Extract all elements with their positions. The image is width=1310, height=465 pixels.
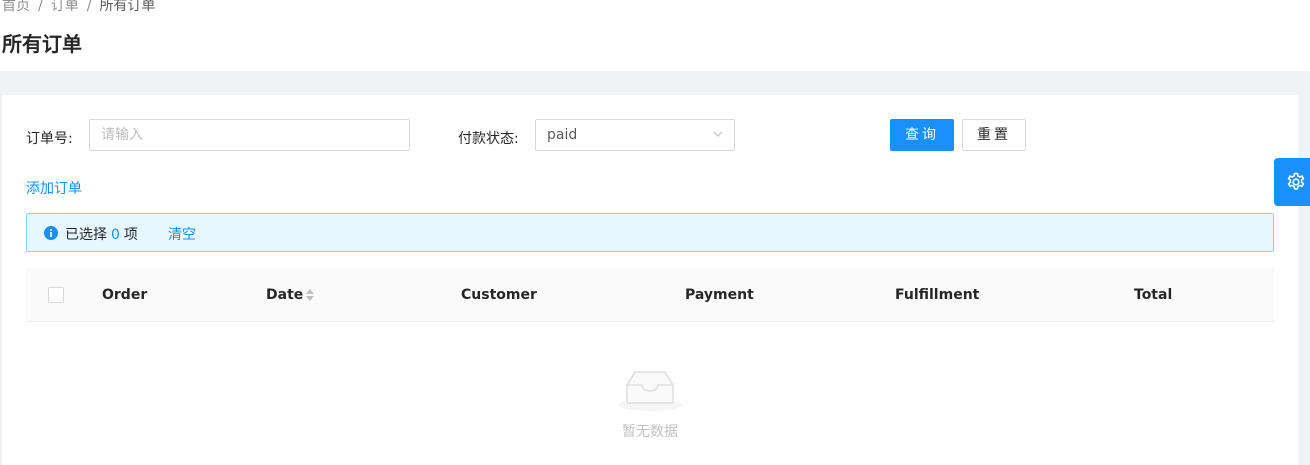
column-payment: Payment [685,287,754,303]
payment-status-value: paid [547,127,578,143]
payment-status-select[interactable]: paid [535,119,735,151]
selection-summary: 已选择 0 项 [65,224,138,244]
breadcrumb-home[interactable]: 首页 [2,0,30,14]
column-total: Total [1134,287,1173,303]
payment-status-label: 付款状态: [458,131,519,147]
info-circle-icon [44,226,58,240]
reset-button[interactable]: 重置 [962,119,1026,151]
chevron-down-icon [713,131,723,137]
empty-text: 暂无数据 [622,424,678,440]
add-order-link[interactable]: 添加订单 [26,178,82,198]
breadcrumb-separator: / [38,0,43,14]
column-date[interactable]: Date [266,287,303,303]
column-fulfillment: Fulfillment [895,287,980,303]
order-no-label: 订单号: [26,131,73,147]
selection-alert: 已选择 0 项 清空 [26,213,1274,252]
gear-icon [1287,172,1305,190]
query-button[interactable]: 查询 [890,119,954,151]
caret-sort-icon[interactable] [305,288,315,302]
selection-count: 0 [111,227,120,243]
selection-suffix: 项 [123,227,138,243]
column-order: Order [102,287,148,303]
page-title: 所有订单 [2,32,82,56]
clear-selection-link[interactable]: 清空 [168,224,196,244]
page-header: 首页 / 订单 / 所有订单 所有订单 [0,0,1310,71]
order-no-input[interactable]: 请输入 [89,119,410,151]
select-all-checkbox[interactable] [48,287,64,303]
breadcrumb-orders[interactable]: 订单 [51,0,79,14]
table-header: Order Date Customer Payment Fulfillment … [26,268,1274,322]
breadcrumb-separator: / [86,0,92,14]
settings-drawer-button[interactable] [1274,158,1310,206]
breadcrumb-current: 所有订单 [99,0,156,14]
column-customer: Customer [461,287,537,303]
empty-inbox-icon [618,371,682,411]
selection-prefix: 已选择 [65,227,107,243]
breadcrumb: 首页 / 订单 / 所有订单 [2,0,155,15]
